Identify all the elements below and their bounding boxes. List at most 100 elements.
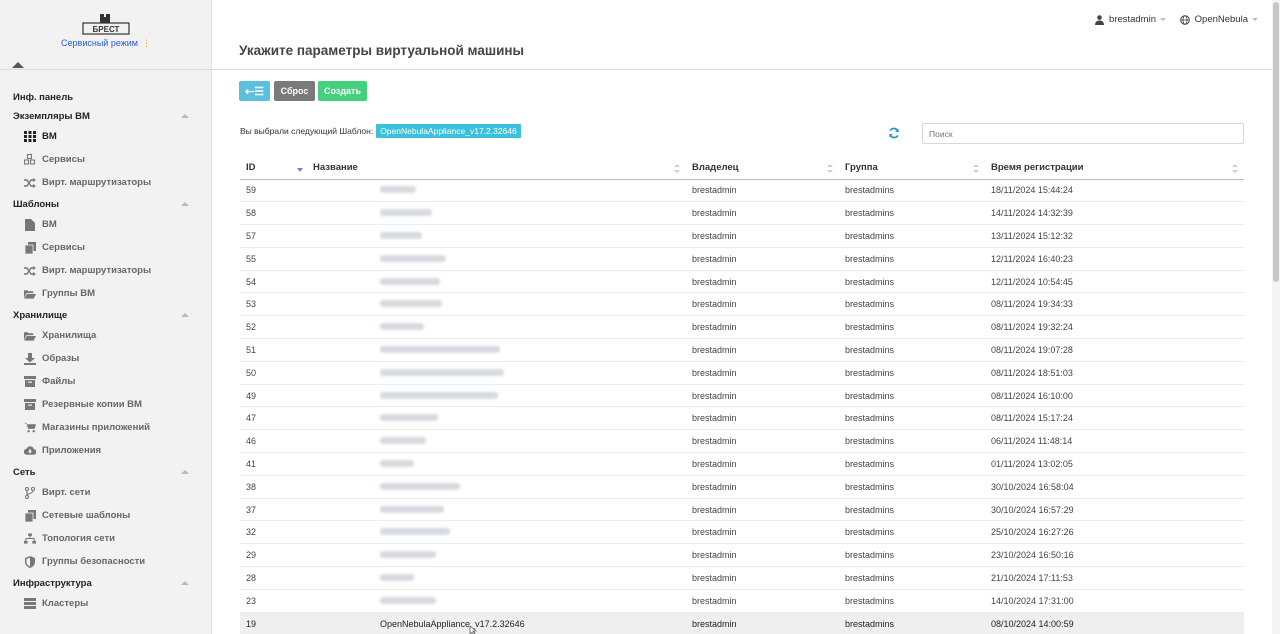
chevron-up-icon[interactable] — [181, 581, 189, 585]
cell-registration-time: 06/11/2024 11:48:14 — [985, 429, 1244, 454]
table-row[interactable]: 28 brestadmin brestadmins 21/10/2024 17:11:… — [240, 566, 1244, 590]
sidebar-item[interactable]: ВМ — [0, 213, 211, 236]
sidebar-item[interactable]: Кластеры — [0, 592, 211, 615]
table-row[interactable]: 38 brestadmin brestadmins 30/10/2024 16:58:… — [240, 475, 1244, 499]
table-row[interactable]: 52 brestadmin brestadmins 08/11/2024 19:32:… — [240, 315, 1244, 340]
sidebar-section-header[interactable]: Инфраструктура — [0, 578, 211, 592]
sidebar-item[interactable]: Магазины приложений — [0, 416, 211, 439]
sidebar-item[interactable]: Хранилища — [0, 324, 211, 347]
column-header-owner[interactable]: Владелец — [686, 157, 839, 180]
cell-registration-time: 23/10/2024 16:50:16 — [985, 543, 1244, 568]
page-scrollbar[interactable] — [1272, 0, 1280, 634]
sidebar-item-label: Хранилища — [42, 330, 97, 341]
collapse-sidebar-icon[interactable] — [12, 62, 24, 68]
cell-id: 55 — [240, 247, 307, 271]
cell-name — [307, 452, 686, 476]
cell-id: 41 — [240, 452, 307, 476]
sidebar-section-header[interactable]: Хранилище — [0, 310, 211, 324]
table-row[interactable]: 47 brestadmin brestadmins 08/11/2024 15:17:… — [240, 406, 1244, 431]
table-row[interactable]: 54 brestadmin brestadmins 12/11/2024 10:54:… — [240, 270, 1244, 294]
service-mode-label[interactable]: Сервисный режим ⋮ — [0, 38, 211, 49]
sitemap-icon — [24, 533, 36, 545]
redacted-name — [380, 459, 414, 467]
table-row[interactable]: 59 brestadmin brestadmins 18/11/2024 15:44:… — [240, 179, 1244, 203]
table-row[interactable]: 51 brestadmin brestadmins 08/11/2024 19:07:… — [240, 338, 1244, 362]
sidebar-section-header[interactable]: Экземпляры ВМ — [0, 111, 211, 125]
sidebar-item[interactable]: Вирт. маршрутизаторы — [0, 259, 211, 282]
column-header-id[interactable]: ID — [240, 157, 307, 180]
column-header-name[interactable]: Название — [307, 157, 686, 180]
chevron-up-icon[interactable] — [181, 313, 189, 317]
cell-owner: brestadmin — [686, 520, 839, 545]
table-row[interactable]: 50 brestadmin brestadmins 08/11/2024 18:51:… — [240, 361, 1244, 385]
sidebar-item[interactable]: ВМ — [0, 125, 211, 148]
sidebar-item[interactable]: Группы ВМ — [0, 282, 211, 305]
table-row[interactable]: 46 brestadmin brestadmins 06/11/2024 11:48:… — [240, 429, 1244, 454]
sidebar-item-label: Кластеры — [42, 598, 89, 609]
mode-menu-icon[interactable]: ⋮ — [142, 38, 151, 48]
cell-registration-time: 25/10/2024 16:27:26 — [985, 520, 1244, 545]
cell-owner: brestadmin — [686, 384, 839, 408]
sidebar-section-title: Шаблоны — [13, 199, 60, 210]
chevron-down-icon — [1160, 18, 1166, 21]
cell-group: brestadmins — [839, 270, 985, 294]
brest-logo[interactable]: БРЕСТ — [82, 12, 130, 36]
cell-name — [307, 566, 686, 590]
table-row[interactable]: 29 brestadmin brestadmins 23/10/2024 16:50:… — [240, 543, 1244, 568]
cell-name — [307, 429, 686, 454]
cell-group: brestadmins — [839, 338, 985, 362]
cell-name — [307, 247, 686, 271]
chevron-up-icon[interactable] — [181, 202, 189, 206]
sidebar-item[interactable]: Образы — [0, 347, 211, 370]
sidebar-item[interactable]: Вирт. сети — [0, 481, 211, 504]
cell-id: 37 — [240, 498, 307, 522]
sidebar-item[interactable]: Приложения — [0, 439, 211, 462]
sidebar-section-header[interactable]: Сеть — [0, 467, 211, 481]
table-row[interactable]: 41 brestadmin brestadmins 01/11/2024 13:02:… — [240, 452, 1244, 476]
table-row[interactable]: 32 brestadmin brestadmins 25/10/2024 16:27:… — [240, 520, 1244, 545]
cell-group: brestadmins — [839, 543, 985, 568]
cell-name — [307, 224, 686, 248]
table-row[interactable]: 23 brestadmin brestadmins 14/10/2024 17:31:… — [240, 589, 1244, 613]
sidebar-item[interactable]: Резервные копии ВМ — [0, 393, 211, 416]
sidebar-item[interactable]: Сервисы — [0, 148, 211, 171]
sidebar-item[interactable]: Сервисы — [0, 236, 211, 259]
refresh-icon[interactable] — [888, 127, 900, 139]
table-row[interactable]: 57 brestadmin brestadmins 13/11/2024 15:12:… — [240, 224, 1244, 248]
chevron-up-icon[interactable] — [181, 114, 189, 118]
create-button[interactable]: Создать — [318, 81, 367, 101]
scrollbar-thumb[interactable] — [1273, 2, 1279, 282]
back-to-list-button[interactable]: ⇠☰ — [239, 81, 270, 101]
sort-icon — [674, 164, 680, 173]
table-row[interactable]: 19 OpenNebulaAppliance_v17.2.32646 brestad… — [240, 612, 1244, 634]
sidebar-item-label: Приложения — [42, 445, 102, 456]
table-row[interactable]: 58 brestadmin brestadmins 14/11/2024 14:32:… — [240, 201, 1244, 226]
reset-button[interactable]: Сброс — [274, 81, 315, 101]
sidebar-section-header[interactable]: Шаблоны — [0, 199, 211, 213]
cell-id: 51 — [240, 338, 307, 362]
sidebar-item[interactable]: Топология сети — [0, 527, 211, 550]
column-header-group[interactable]: Группа — [839, 157, 985, 180]
cell-name — [307, 179, 686, 203]
sidebar-item-label: Вирт. маршрутизаторы — [42, 265, 152, 276]
sidebar-item[interactable]: Файлы — [0, 370, 211, 393]
sidebar-item[interactable]: Сетевые шаблоны — [0, 504, 211, 527]
chevron-up-icon[interactable] — [181, 470, 189, 474]
search-input[interactable] — [922, 123, 1244, 144]
cell-registration-time: 08/11/2024 19:07:28 — [985, 338, 1244, 362]
table-body: 59 brestadmin brestadmins 18/11/2024 15:44:… — [240, 179, 1244, 634]
user-menu[interactable]: brestadmin — [1095, 14, 1166, 25]
table-row[interactable]: 55 brestadmin brestadmins 12/11/2024 16:40:… — [240, 247, 1244, 271]
cubes-icon — [24, 154, 36, 166]
redacted-name — [380, 391, 498, 399]
table-row[interactable]: 49 brestadmin brestadmins 08/11/2024 16:10:… — [240, 384, 1244, 408]
sidebar-item[interactable]: Группы безопасности — [0, 550, 211, 573]
table-row[interactable]: 53 brestadmin brestadmins 08/11/2024 19:34:… — [240, 292, 1244, 317]
cell-name — [307, 315, 686, 340]
column-header-registration-time[interactable]: Время регистрации — [985, 157, 1244, 180]
sidebar-item[interactable]: Вирт. маршрутизаторы — [0, 171, 211, 194]
table-row[interactable]: 37 brestadmin brestadmins 30/10/2024 16:57:… — [240, 498, 1244, 522]
zone-menu[interactable]: OpenNebula — [1179, 14, 1258, 25]
sidebar-item-label: Вирт. сети — [42, 487, 91, 498]
sidebar-item-dashboard[interactable]: Инф. панель — [0, 88, 211, 106]
